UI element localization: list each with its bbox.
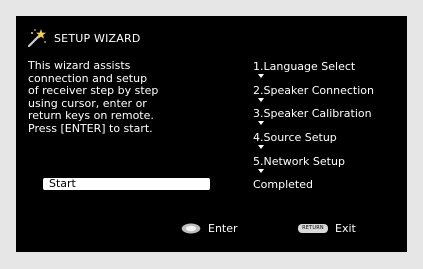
start-button[interactable]: Start [43,178,210,190]
step-label: 4.Source Setup [253,131,337,145]
enter-hint: Enter [181,222,238,235]
step-label: 1.Language Select [253,60,356,73]
page-title: SETUP WIZARD [54,31,141,45]
description-line: return keys on remote. [28,109,154,122]
step-speaker-calibration: 3.Speaker Calibration [253,107,403,131]
footer-hints: Enter RETURN Exit [16,222,407,236]
step-label: 3.Speaker Calibration [253,107,372,121]
wizard-description: This wizard assists connection and setup… [28,59,188,135]
step-label: Completed [253,178,313,192]
title-row: SETUP WIZARD [26,28,141,48]
step-network-setup: 5.Network Setup [253,155,403,179]
setup-wizard-screen: SETUP WIZARD This wizard assists connect… [16,16,407,252]
down-arrow-icon [258,121,264,126]
down-arrow-icon [258,145,264,150]
return-key-icon: RETURN [298,224,328,233]
enter-label: Enter [208,222,238,235]
exit-label: Exit [335,222,356,235]
description-line: Press [ENTER] to start. [28,121,153,135]
step-source-setup: 4.Source Setup [253,131,403,155]
description-line: This wizard assists [28,59,131,72]
exit-hint: RETURN Exit [298,222,356,235]
step-language-select: 1.Language Select [253,60,403,84]
down-arrow-icon [258,74,264,78]
wizard-steps-list: 1.Language Select 2.Speaker Connection 3… [253,60,403,202]
down-arrow-icon [258,97,264,102]
down-arrow-icon [258,168,264,173]
step-completed: Completed [253,178,403,202]
step-label: 2.Speaker Connection [253,83,374,97]
description-line: of receiver step by step [28,84,159,97]
enter-button-icon [181,223,201,234]
step-speaker-connection: 2.Speaker Connection [253,84,403,108]
step-label: 5.Network Setup [253,154,345,168]
magic-wand-icon [27,29,46,48]
